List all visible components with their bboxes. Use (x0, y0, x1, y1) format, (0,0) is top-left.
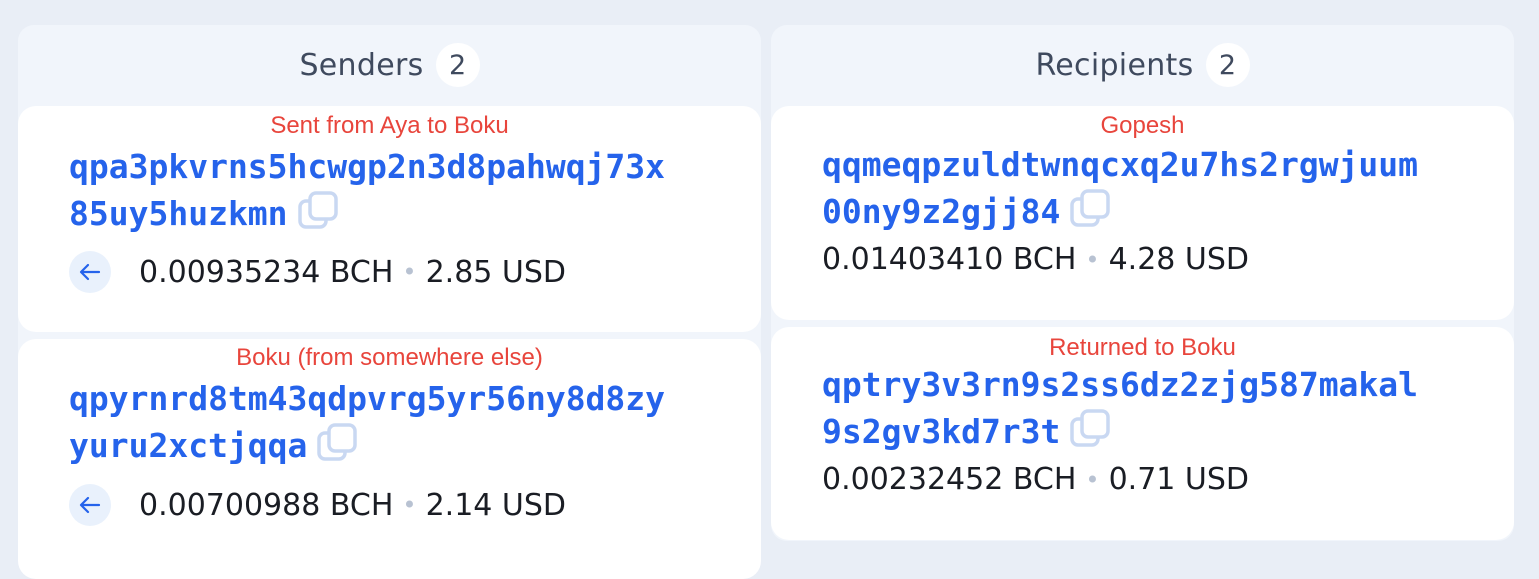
recipient-amount-row: 0.00232452 BCH • 0.71 USD (822, 462, 1249, 497)
bch-amount: 0.00700988 BCH (139, 487, 394, 523)
address-line: qptry3v3rn9s2ss6dz2zjg587makal (822, 365, 1419, 404)
sender-amount-row: 0.00935234 BCH • 2.85 USD (69, 251, 566, 293)
address-line: qpyrnrd8tm43qdpvrg5yr56ny8d8zy (69, 379, 666, 418)
address-line: 85uy5huzkmn (69, 194, 288, 233)
arrow-left-icon[interactable] (69, 484, 111, 526)
copy-icon[interactable] (297, 191, 340, 231)
sender-label: Boku (from somewhere else) (236, 344, 543, 371)
sender-amount-row: 0.00700988 BCH • 2.14 USD (69, 484, 566, 526)
recipients-title: Recipients (1035, 47, 1194, 83)
sender-label: Sent from Aya to Boku (270, 112, 509, 139)
sender-card: Sent from Aya to Boku qpa3pkvrns5hcwgp2n… (18, 106, 761, 332)
separator-dot: • (402, 491, 417, 519)
address-line: 9s2gv3kd7r3t (822, 412, 1061, 451)
recipient-address-link[interactable]: qqmeqpzuldtwnqcxq2u7hs2rgwjuum 00ny9z2gj… (822, 141, 1462, 235)
recipient-label: Returned to Boku (1049, 334, 1236, 361)
sender-address-link[interactable]: qpa3pkvrns5hcwgp2n3d8pahwqj73x 85uy5huzk… (69, 143, 709, 237)
copy-icon[interactable] (1070, 189, 1112, 229)
separator-dot: • (1085, 245, 1100, 274)
address-line: yuru2xctjqqa (69, 426, 308, 465)
senders-count-badge: 2 (435, 43, 480, 87)
recipients-header: Recipients 2 (771, 25, 1514, 105)
recipient-address-link[interactable]: qptry3v3rn9s2ss6dz2zjg587makal 9s2gv3kd7… (822, 361, 1462, 455)
sender-address-link[interactable]: qpyrnrd8tm43qdpvrg5yr56ny8d8zy yuru2xctj… (69, 375, 709, 469)
usd-amount: 0.71 USD (1108, 462, 1250, 497)
copy-icon[interactable] (317, 423, 359, 463)
address-line: 00ny9z2gjj84 (822, 192, 1061, 231)
recipients-count-badge: 2 (1205, 43, 1250, 87)
senders-header: Senders 2 (18, 25, 761, 105)
bch-amount: 0.01403410 BCH (822, 242, 1077, 277)
address-line: qpa3pkvrns5hcwgp2n3d8pahwqj73x (69, 147, 666, 186)
usd-amount: 4.28 USD (1108, 242, 1250, 277)
senders-title: Senders (299, 47, 424, 83)
bch-amount: 0.00232452 BCH (822, 462, 1077, 497)
address-line: qqmeqpzuldtwnqcxq2u7hs2rgwjuum (822, 145, 1419, 184)
recipient-amount-row: 0.01403410 BCH • 4.28 USD (822, 242, 1249, 277)
recipient-card: Returned to Boku qptry3v3rn9s2ss6dz2zjg5… (771, 327, 1514, 540)
copy-icon[interactable] (1070, 409, 1112, 449)
bch-amount: 0.00935234 BCH (139, 254, 394, 290)
usd-amount: 2.14 USD (425, 487, 567, 523)
recipient-label: Gopesh (1100, 112, 1185, 139)
recipient-card: Gopesh qqmeqpzuldtwnqcxq2u7hs2rgwjuum 00… (771, 106, 1514, 320)
separator-dot: • (1085, 465, 1100, 494)
separator-dot: • (402, 258, 417, 286)
usd-amount: 2.85 USD (425, 254, 567, 290)
arrow-left-icon[interactable] (69, 251, 111, 293)
sender-card: Boku (from somewhere else) qpyrnrd8tm43q… (18, 339, 761, 579)
